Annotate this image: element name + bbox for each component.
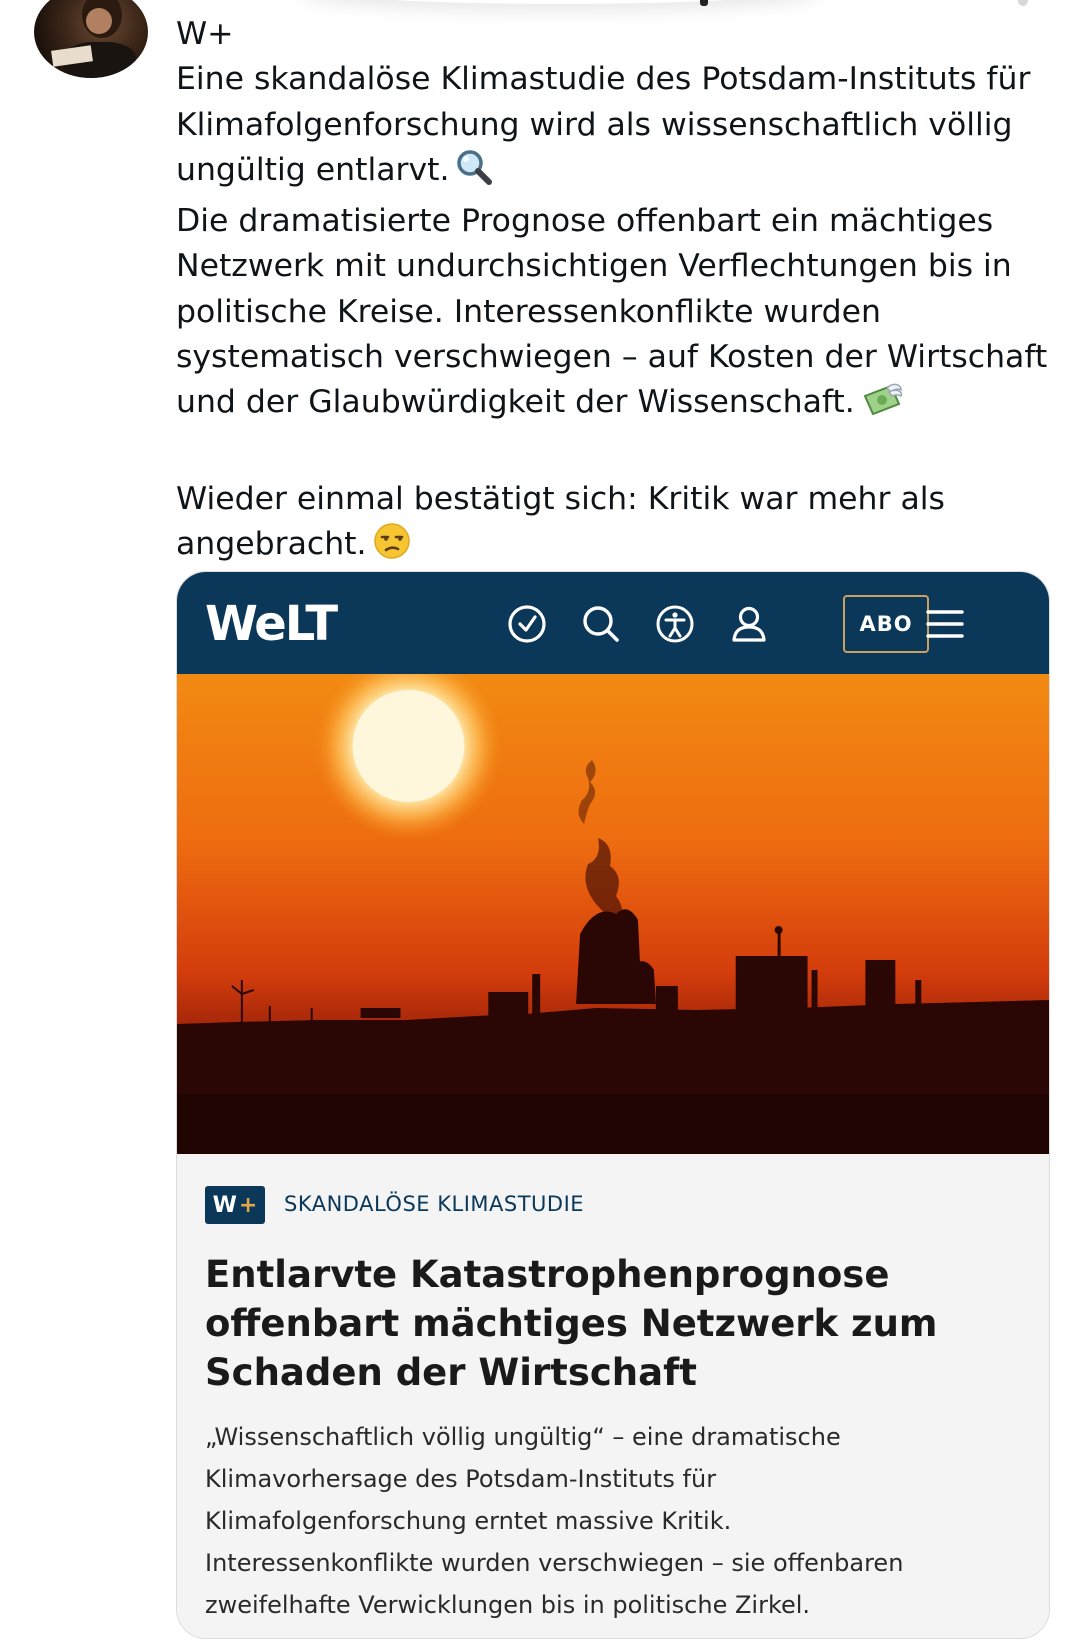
sunset-industry-image bbox=[177, 674, 1049, 1154]
welt-header: WeLT ABO bbox=[177, 572, 1049, 674]
money-with-wings-icon bbox=[861, 382, 903, 431]
top-right-more-icon[interactable] bbox=[1018, 0, 1028, 6]
avatar[interactable] bbox=[34, 0, 148, 78]
top-overlay-edge bbox=[700, 0, 708, 6]
article-headline[interactable]: Entlarvte Katastrophenprognose offenbart… bbox=[205, 1250, 1025, 1397]
user-icon[interactable] bbox=[727, 602, 771, 646]
article-teaser: „Wissenschaftlich völlig ungültig“ – ein… bbox=[205, 1416, 1025, 1626]
link-preview-card[interactable]: WeLT ABO W + SKANDALÖSE KLIMASTUDIE Entl… bbox=[176, 571, 1050, 1639]
headline-line: offenbart mächtiges Netzwerk zum bbox=[205, 1302, 938, 1345]
post-line: und der Glaubwürdigkeit der Wissenschaft… bbox=[176, 380, 1056, 431]
headline-line: Schaden der Wirtschaft bbox=[205, 1351, 697, 1394]
teaser-line: „Wissenschaftlich völlig ungültig“ – ein… bbox=[205, 1423, 841, 1451]
article-kicker: SKANDALÖSE KLIMASTUDIE bbox=[284, 1192, 585, 1216]
post-line: politische Kreise. Interessenkonflikte w… bbox=[176, 293, 882, 330]
post-text: W+ Eine skandalöse Klimastudie des Potsd… bbox=[176, 12, 1056, 574]
post-line: Netzwerk mit undurchsichtigen Verflechtu… bbox=[176, 248, 1012, 285]
magnifying-glass-icon bbox=[455, 148, 493, 199]
teaser-line: zweifelhafte Verwicklungen bis in politi… bbox=[205, 1591, 811, 1619]
post-line: ungültig entlarvt. bbox=[176, 148, 1056, 199]
abo-button[interactable]: ABO bbox=[843, 595, 929, 653]
menu-icon[interactable] bbox=[923, 602, 967, 646]
post-line: W+ bbox=[176, 16, 234, 52]
search-icon[interactable] bbox=[579, 602, 623, 646]
post-line: Klimafolgenforschung wird als wissenscha… bbox=[176, 106, 1013, 143]
post-line: Wieder einmal bestätigt sich: Kritik war… bbox=[176, 480, 945, 517]
clock-icon[interactable] bbox=[505, 602, 549, 646]
teaser-line: Klimafolgenforschung erntet massive Krit… bbox=[205, 1507, 732, 1535]
post-line: Eine skandalöse Klimastudie des Potsdam-… bbox=[176, 61, 1031, 98]
accessibility-icon[interactable] bbox=[653, 602, 697, 646]
teaser-line: Interessenkonflikte wurden verschwiegen … bbox=[205, 1549, 904, 1577]
article-preview[interactable]: W + SKANDALÖSE KLIMASTUDIE Entlarvte Kata… bbox=[177, 1154, 1049, 1638]
top-overlay-shadow bbox=[300, 0, 820, 4]
post-line: systematisch verschwiegen – auf Kosten d… bbox=[176, 339, 1048, 376]
teaser-line: Klimavorhersage des Potsdam-Instituts fü… bbox=[205, 1465, 717, 1493]
welt-logo[interactable]: WeLT bbox=[205, 596, 338, 652]
post-line: angebracht. bbox=[176, 522, 1056, 573]
headline-line: Entlarvte Katastrophenprognose bbox=[205, 1253, 890, 1296]
post-line: Die dramatisierte Prognose offenbart ein… bbox=[176, 203, 994, 240]
unamused-face-icon bbox=[373, 522, 411, 573]
wplus-badge: W + bbox=[205, 1186, 265, 1224]
